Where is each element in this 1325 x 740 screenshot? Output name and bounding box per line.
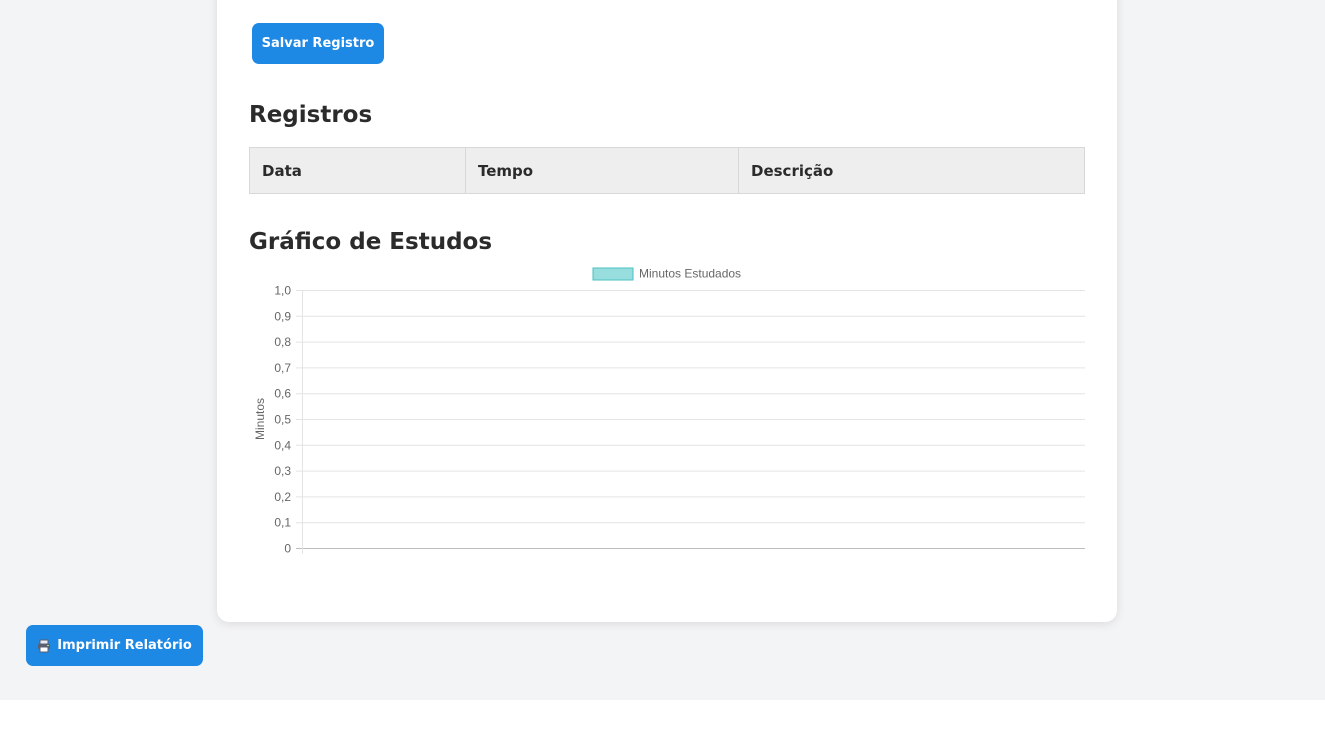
records-heading: Registros xyxy=(249,102,373,128)
legend-swatch xyxy=(592,267,634,281)
y-tick-label: 0,5 xyxy=(274,413,291,427)
chart-heading: Gráfico de Estudos xyxy=(249,229,493,255)
records-table: Data Tempo Descrição xyxy=(249,147,1085,194)
y-axis-title: Minutos xyxy=(253,398,267,440)
y-tick-label: 0,9 xyxy=(274,309,291,323)
print-report-label: Imprimir Relatório xyxy=(57,638,192,653)
column-header-data: Data xyxy=(249,147,466,194)
y-tick-label: 0,4 xyxy=(274,438,291,452)
save-record-button[interactable]: Salvar Registro xyxy=(252,23,384,64)
y-tick-label: 0,6 xyxy=(274,387,291,401)
print-report-button[interactable]: Imprimir Relatório xyxy=(26,625,203,666)
y-tick-label: 0,2 xyxy=(274,490,291,504)
y-tick-label: 0,7 xyxy=(274,361,291,375)
column-header-tempo: Tempo xyxy=(465,147,739,194)
table-header-row: Data Tempo Descrição xyxy=(249,147,1085,194)
study-chart: Minutos Estudados 0 0,1 0,2 0,3 0,4 0,5 0,6 0,7 0… xyxy=(253,267,1085,556)
y-tick-label: 0 xyxy=(284,542,291,556)
y-tick-label: 1,0 xyxy=(274,284,291,298)
y-tick-label: 0,8 xyxy=(274,335,291,349)
y-tick-label: 0,1 xyxy=(274,516,291,530)
y-tick-label: 0,3 xyxy=(274,464,291,478)
column-header-descricao: Descrição xyxy=(738,147,1085,194)
printer-icon xyxy=(38,639,51,652)
legend-label: Minutos Estudados xyxy=(639,267,741,281)
